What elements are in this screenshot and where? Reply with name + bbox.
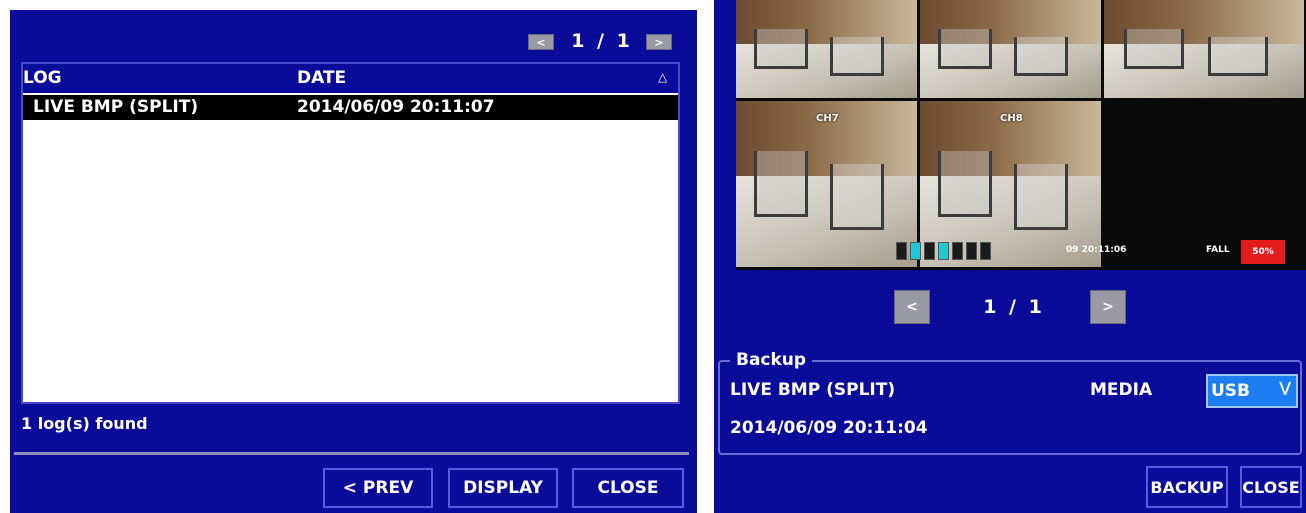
channel-indicator <box>938 242 949 260</box>
prev-page-button[interactable]: < <box>894 290 930 324</box>
sort-icon[interactable]: △ <box>658 70 672 84</box>
hdd-usage-badge: 50% <box>1241 240 1285 264</box>
page-indicator: 1 / 1 <box>571 30 633 52</box>
media-label: MEDIA <box>1090 380 1153 400</box>
column-header-date[interactable]: DATE <box>297 68 346 88</box>
divider <box>14 452 689 455</box>
backup-dialog: CH7 CH8 09 20:11:06 FALL 50% < 1 / 1 > B… <box>714 0 1306 513</box>
display-button[interactable]: DISPLAY <box>448 468 558 508</box>
camera-tile: CH7 <box>736 101 917 267</box>
row-log-cell: LIVE BMP (SPLIT) <box>33 97 199 117</box>
camera-tile <box>1104 0 1304 98</box>
chevron-left-icon: < <box>906 299 918 315</box>
channel-indicator <box>980 242 991 260</box>
snapshot-preview: CH7 CH8 09 20:11:06 FALL 50% <box>736 0 1306 270</box>
log-count-text: 1 log(s) found <box>21 414 148 433</box>
status-fall: FALL <box>1206 245 1230 255</box>
row-date-cell: 2014/06/09 20:11:07 <box>297 97 495 117</box>
next-page-button[interactable]: > <box>646 34 672 50</box>
column-header-log[interactable]: LOG <box>23 68 62 88</box>
status-time: 09 20:11:06 <box>1066 245 1127 255</box>
table-row[interactable]: LIVE BMP (SPLIT) 2014/06/09 20:11:07 <box>23 95 678 120</box>
channel-indicator <box>924 242 935 260</box>
camera-tile <box>736 0 917 98</box>
media-select-value: USB <box>1211 381 1251 401</box>
backup-button[interactable]: BACKUP <box>1146 466 1228 508</box>
page-indicator: 1 / 1 <box>983 296 1045 318</box>
chevron-right-icon: > <box>1102 299 1114 315</box>
channel-indicator <box>966 242 977 260</box>
dropdown-icon: ⋁ <box>1279 380 1291 396</box>
log-list-dialog: < 1 / 1 > LOG DATE △ LIVE BMP (SPLIT) 20… <box>10 10 697 513</box>
channel-indicator <box>910 242 921 260</box>
table-header: LOG DATE △ <box>23 64 678 93</box>
prev-button[interactable]: < PREV <box>323 468 433 508</box>
status-bar: 09 20:11:06 FALL 50% <box>896 238 1296 266</box>
camera-label: CH8 <box>1000 113 1023 124</box>
log-table: LOG DATE △ LIVE BMP (SPLIT) 2014/06/09 2… <box>21 62 680 404</box>
media-select[interactable]: USB ⋁ <box>1206 374 1298 408</box>
channel-indicator <box>896 242 907 260</box>
channel-indicator <box>952 242 963 260</box>
camera-label: CH7 <box>816 113 839 124</box>
next-page-button[interactable]: > <box>1090 290 1126 324</box>
chevron-left-icon: < <box>536 35 546 49</box>
chevron-right-icon: > <box>654 35 664 49</box>
backup-group: Backup LIVE BMP (SPLIT) 2014/06/09 20:11… <box>718 350 1302 455</box>
prev-page-button[interactable]: < <box>528 34 554 50</box>
close-button[interactable]: CLOSE <box>572 468 684 508</box>
backup-date: 2014/06/09 20:11:04 <box>730 418 928 438</box>
close-button[interactable]: CLOSE <box>1240 466 1302 508</box>
camera-tile <box>920 0 1101 98</box>
backup-name: LIVE BMP (SPLIT) <box>730 380 896 400</box>
backup-legend: Backup <box>730 350 813 370</box>
